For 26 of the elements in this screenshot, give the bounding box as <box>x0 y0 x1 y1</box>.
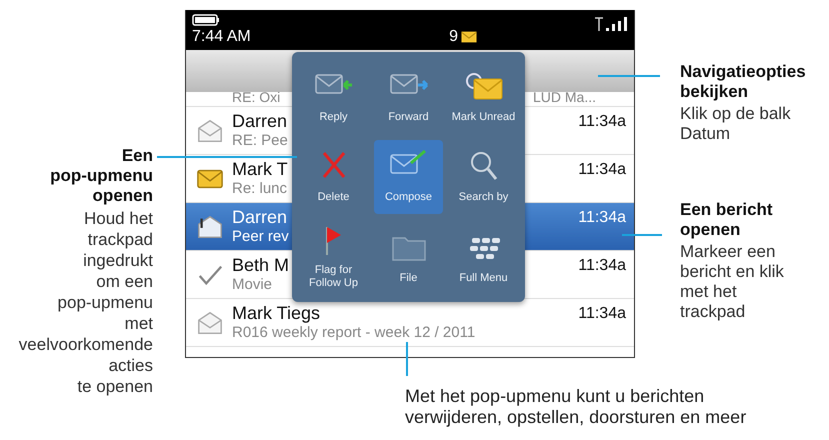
message-sender: Darren <box>232 207 288 228</box>
callout-title: Een pop-upmenu openen <box>49 146 153 206</box>
message-time: 11:34a <box>578 209 626 227</box>
message-subject: Re: lunc <box>232 180 288 198</box>
callout-title: Een bericht openen <box>680 200 774 240</box>
callout-title: Navigatieopties bekijken <box>680 62 807 102</box>
message-subject: RE: Oxi <box>232 92 280 106</box>
message-sender: Beth M <box>232 255 290 276</box>
callout-text: Houd het trackpad ingedrukt om een pop-upmenu met veelvoorkomende acties te openen <box>18 208 153 397</box>
message-time: 11:34a <box>578 161 626 179</box>
message-subject: RE: Pee <box>232 132 288 150</box>
message-time: 11:34a <box>578 113 626 131</box>
callout-text: Markeer een bericht en klik met het trackpad <box>680 242 785 322</box>
message-subject: R016 weekly report - week 12 / 2011 <box>232 324 476 342</box>
callout-text: Klik op de balk Datum <box>680 104 792 144</box>
message-subject: Peer rev <box>232 228 289 246</box>
clock-time: 7:44 AM <box>192 28 251 46</box>
message-subject: Movie <box>232 276 272 294</box>
message-time: 11:34a <box>578 305 626 323</box>
message-sender: Mark T <box>232 159 288 180</box>
caption-text: Met het pop-upmenu kunt u berichten verwijderen, opstellen, doorsturen en meer <box>405 386 748 428</box>
message-subject: LUD Ma... <box>532 92 596 106</box>
message-sender: Mark Tiegs <box>232 303 320 324</box>
message-sender: Darren <box>232 111 288 132</box>
message-time: 11:34a <box>578 257 626 275</box>
unread-count: 9 <box>449 28 458 46</box>
